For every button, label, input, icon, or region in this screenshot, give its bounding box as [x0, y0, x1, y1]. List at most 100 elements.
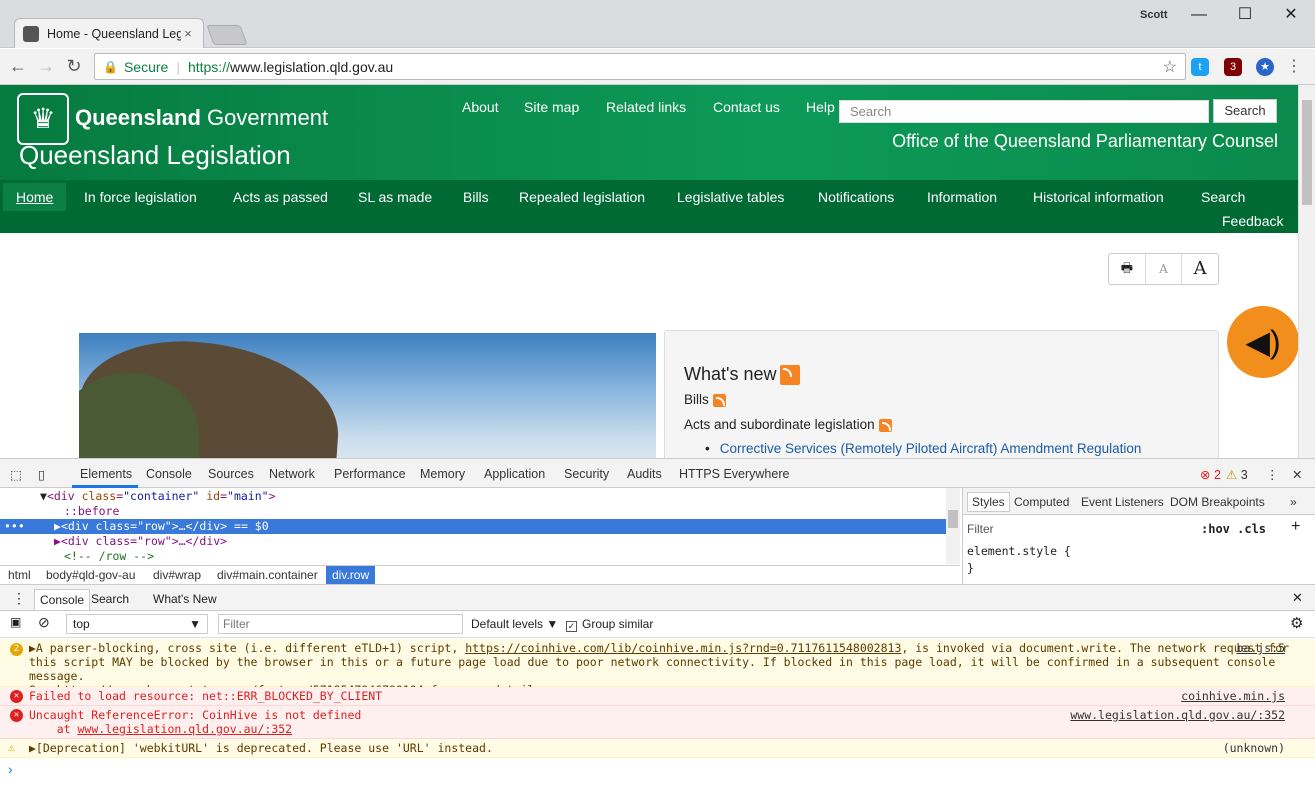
extension-star-icon[interactable]: ★: [1256, 58, 1274, 76]
twitter-extension-icon[interactable]: t: [1191, 58, 1209, 76]
rss-icon[interactable]: [712, 393, 726, 407]
more-tabs-icon[interactable]: »: [1290, 495, 1297, 509]
console-settings-gear-icon[interactable]: ⚙: [1290, 614, 1303, 632]
message-source-link[interactable]: coinhive.min.js: [1181, 689, 1285, 703]
styles-filter-input[interactable]: Filter: [967, 522, 994, 536]
tab-dom-breakpoints[interactable]: DOM Breakpoints: [1170, 495, 1265, 509]
dom-node-main-container[interactable]: ▼<div class="container" id="main">: [40, 489, 276, 504]
warning-count-badge[interactable]: ⚠ 3: [1226, 467, 1248, 482]
tab-elements[interactable]: Elements: [80, 467, 132, 481]
queensland-crest-icon[interactable]: ♛: [17, 93, 69, 145]
crumb-html[interactable]: html: [8, 568, 31, 582]
browser-tab[interactable]: Home - Queensland Leg ×: [14, 18, 204, 48]
new-style-rule-icon[interactable]: +: [1291, 518, 1300, 536]
tab-computed[interactable]: Computed: [1014, 495, 1069, 509]
forward-button[interactable]: →: [32, 56, 60, 77]
dom-node-row-selected[interactable]: ▶<div class="row">…</div> == $0: [54, 519, 269, 534]
rss-icon[interactable]: [780, 365, 801, 386]
console-message-error[interactable]: ✕ Failed to load resource: net::ERR_BLOC…: [0, 687, 1315, 706]
nav-bills[interactable]: Bills: [463, 187, 489, 207]
clear-console-icon[interactable]: ⊘: [38, 614, 50, 631]
group-similar-checkbox[interactable]: ✓ Group similar: [566, 617, 653, 632]
console-filter-input[interactable]: Filter: [218, 614, 463, 634]
tab-sources[interactable]: Sources: [208, 467, 254, 481]
drawer-tab-search[interactable]: Search: [91, 592, 129, 606]
dom-node-before[interactable]: ::before: [64, 504, 119, 519]
browser-menu-icon[interactable]: ⋮: [1285, 58, 1303, 76]
new-tab-button[interactable]: [206, 25, 248, 45]
bookmark-star-icon[interactable]: ☆: [1163, 57, 1177, 77]
tab-memory[interactable]: Memory: [420, 467, 465, 481]
nav-search[interactable]: Search: [1201, 187, 1245, 207]
tab-performance[interactable]: Performance: [334, 467, 406, 481]
hov-cls-toggle[interactable]: :hov .cls: [1201, 522, 1266, 536]
device-toolbar-icon[interactable]: ▯: [38, 467, 45, 482]
element-style-rule[interactable]: element.style {}: [967, 544, 1071, 575]
console-message-warning[interactable]: ⚠ ▶[Deprecation] 'webkitURL' is deprecat…: [0, 739, 1315, 758]
crumb-main-container[interactable]: div#main.container: [217, 568, 318, 582]
close-window-button[interactable]: ✕: [1268, 4, 1314, 26]
print-icon[interactable]: 🖶: [1109, 254, 1146, 284]
readspeaker-speaker-icon[interactable]: ◀): [1227, 306, 1299, 378]
context-select[interactable]: top ▼: [66, 614, 208, 634]
tab-console[interactable]: Console: [146, 467, 192, 481]
whats-new-link[interactable]: Corrective Services (Remotely Piloted Ai…: [705, 441, 1142, 456]
maximize-button[interactable]: ☐: [1222, 4, 1268, 26]
tab-application[interactable]: Application: [484, 467, 545, 481]
nav-feedback[interactable]: Feedback: [1222, 213, 1283, 229]
message-source-link[interactable]: www.legislation.qld.gov.au/:352: [1070, 708, 1285, 722]
console-prompt[interactable]: ›: [8, 761, 13, 777]
nav-home[interactable]: Home: [3, 183, 67, 211]
page-scrollbar[interactable]: [1298, 85, 1315, 458]
console-message-warning[interactable]: 2 ▶A parser-blocking, cross site (i.e. d…: [0, 639, 1315, 697]
nav-information[interactable]: Information: [927, 187, 997, 207]
error-count-badge[interactable]: ⊗ 2: [1200, 467, 1221, 482]
drawer-menu-icon[interactable]: ⋮: [12, 590, 26, 607]
site-search-input[interactable]: Search: [839, 100, 1209, 123]
top-link-about[interactable]: About: [462, 99, 499, 115]
queensland-government-logo[interactable]: Queensland Government: [75, 105, 328, 131]
site-search-button[interactable]: Search: [1213, 99, 1277, 123]
nav-sl-as-made[interactable]: SL as made: [358, 187, 432, 207]
increase-font-button[interactable]: A: [1182, 254, 1218, 284]
address-bar[interactable]: 🔒 Secure | https:// www.legislation.qld.…: [94, 53, 1186, 80]
tab-styles[interactable]: Styles: [967, 492, 1010, 512]
profile-name[interactable]: Scott: [1140, 9, 1168, 21]
dom-node-row[interactable]: ▶<div class="row">…</div>: [54, 534, 227, 549]
nav-in-force-legislation[interactable]: In force legislation: [84, 187, 197, 207]
devtools-close-icon[interactable]: ✕: [1292, 467, 1302, 482]
tab-audits[interactable]: Audits: [627, 467, 662, 481]
devtools-menu-icon[interactable]: ⋮: [1266, 467, 1279, 482]
drawer-tab-whats-new[interactable]: What's New: [153, 592, 217, 606]
top-link-related-links[interactable]: Related links: [606, 99, 686, 115]
tab-close-icon[interactable]: ×: [181, 26, 195, 41]
decrease-font-button[interactable]: A: [1146, 254, 1183, 284]
ublock-extension-icon[interactable]: 3: [1224, 58, 1242, 76]
top-link-site-map[interactable]: Site map: [524, 99, 579, 115]
back-button[interactable]: ←: [4, 56, 32, 77]
nav-repealed-legislation[interactable]: Repealed legislation: [519, 187, 645, 207]
drawer-tab-console[interactable]: Console: [34, 589, 91, 611]
nav-acts-as-passed[interactable]: Acts as passed: [233, 187, 328, 207]
console-message-error[interactable]: ✕ Uncaught ReferenceError: CoinHive is n…: [0, 706, 1315, 739]
inspect-element-icon[interactable]: ⬚: [10, 467, 22, 482]
reload-button[interactable]: ↻: [60, 56, 88, 77]
tab-network[interactable]: Network: [269, 467, 315, 481]
tab-https-everywhere[interactable]: HTTPS Everywhere: [679, 467, 789, 481]
rss-icon[interactable]: [878, 418, 892, 432]
top-link-contact-us[interactable]: Contact us: [713, 99, 780, 115]
dom-scrollbar[interactable]: [946, 488, 960, 564]
crumb-row[interactable]: div.row: [326, 566, 376, 584]
tab-security[interactable]: Security: [564, 467, 609, 481]
site-title[interactable]: Queensland Legislation: [19, 140, 291, 171]
minimize-button[interactable]: —: [1176, 4, 1222, 26]
nav-notifications[interactable]: Notifications: [818, 187, 894, 207]
dom-comment[interactable]: <!-- /row -->: [64, 549, 154, 564]
drawer-close-icon[interactable]: ✕: [1292, 590, 1303, 606]
nav-historical-information[interactable]: Historical information: [1033, 187, 1164, 207]
crumb-body[interactable]: body#qld-gov-au: [46, 568, 135, 582]
tab-event-listeners[interactable]: Event Listeners: [1081, 495, 1164, 509]
top-link-help[interactable]: Help: [806, 99, 835, 115]
message-source-link[interactable]: ba.js:5: [1237, 641, 1285, 655]
log-levels-dropdown[interactable]: Default levels ▼: [471, 617, 558, 631]
